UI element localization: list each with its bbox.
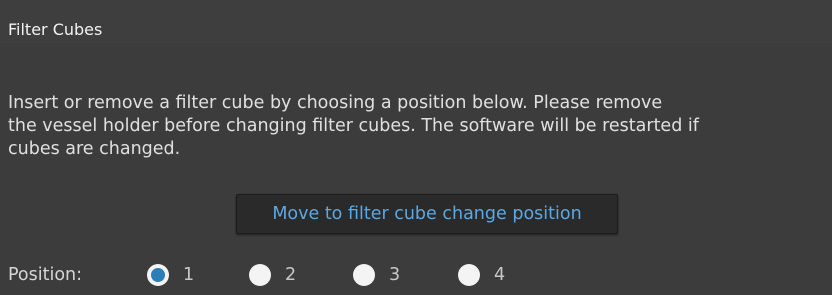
instructions-text: Insert or remove a filter cube by choosi… [8, 93, 699, 159]
position-label: Position: [8, 265, 83, 285]
panel-title: Filter Cubes [8, 20, 103, 39]
radio-unselected-icon [353, 264, 375, 286]
move-to-change-position-button[interactable]: Move to filter cube change position [236, 194, 618, 234]
radio-selected-icon [147, 264, 169, 286]
position-radio-label: 2 [285, 265, 297, 285]
radio-dot-icon [151, 268, 165, 282]
position-radio-label: 1 [183, 265, 195, 285]
position-radio-label: 3 [389, 265, 401, 285]
position-radio-group: Position: 1 2 3 4 [8, 262, 608, 290]
radio-unselected-icon [458, 264, 480, 286]
panel-header: Filter Cubes [0, 0, 832, 44]
radio-unselected-icon [249, 264, 271, 286]
position-radio-label: 4 [494, 265, 506, 285]
